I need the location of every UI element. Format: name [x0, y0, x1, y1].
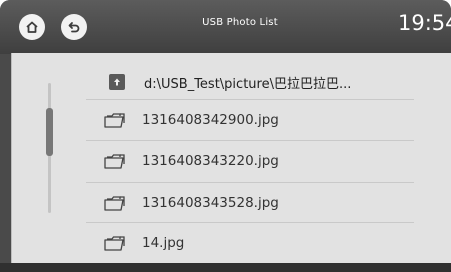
- list-item[interactable]: 1316408343528.jpg: [86, 183, 446, 223]
- bottom-edge: [0, 263, 451, 272]
- folder-icon: [102, 110, 128, 130]
- scrollbar-thumb[interactable]: [46, 108, 53, 156]
- home-icon: [26, 21, 38, 33]
- home-button[interactable]: [19, 14, 45, 40]
- current-path: d:\USB_Test\picture\巴拉巴拉巴...: [144, 76, 352, 92]
- back-arrow-icon: [68, 22, 80, 33]
- current-path-row[interactable]: d:\USB_Test\picture\巴拉巴拉巴...: [104, 67, 451, 97]
- folder-icon: [102, 151, 128, 171]
- file-name: 1316408343220.jpg: [142, 153, 279, 169]
- title-bar: USB Photo List 19:54: [0, 0, 451, 54]
- file-name: 1316408343528.jpg: [142, 195, 279, 211]
- file-name: 1316408342900.jpg: [142, 112, 279, 128]
- file-name: 14.jpg: [142, 235, 185, 251]
- clock-time: 19:54: [398, 11, 451, 35]
- folder-icon: [102, 233, 128, 253]
- parent-folder-icon: [104, 72, 130, 92]
- folder-icon: [102, 193, 128, 213]
- list-item[interactable]: 1316408343220.jpg: [86, 141, 446, 181]
- list-item[interactable]: 1316408342900.jpg: [86, 100, 446, 140]
- list-item[interactable]: 14.jpg: [86, 223, 446, 263]
- back-button[interactable]: [61, 14, 87, 40]
- page-title: USB Photo List: [202, 17, 278, 28]
